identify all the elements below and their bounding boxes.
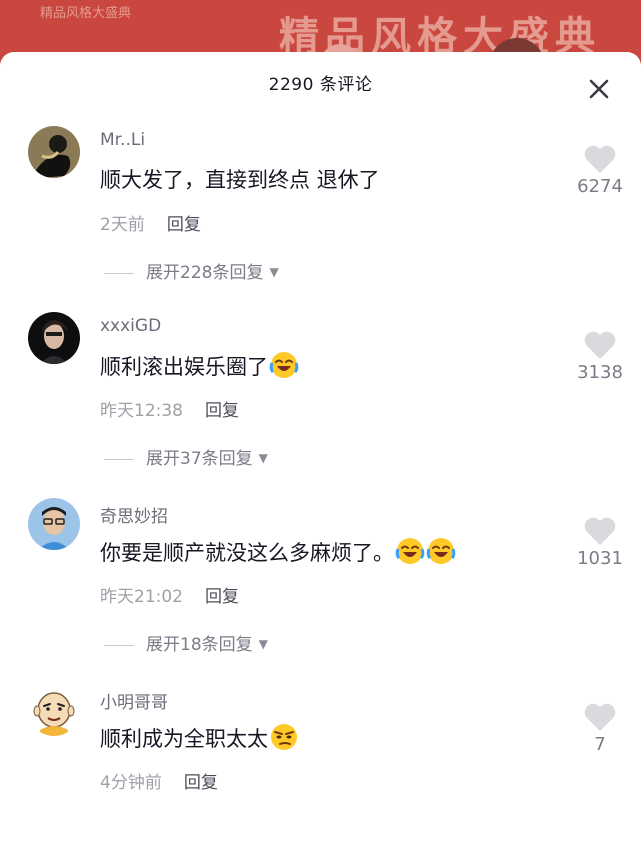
comment-meta: 2天前 回复 xyxy=(100,210,201,235)
comments-count-title: 2290 条评论 xyxy=(268,75,373,95)
like-count: 7 xyxy=(594,734,606,755)
laughing-crying-emoji xyxy=(395,536,425,566)
close-icon xyxy=(589,79,609,99)
comment-text: 你要是顺产就没这么多麻烦了。 xyxy=(100,536,456,567)
comment-meta: 昨天12:38 回复 xyxy=(100,396,239,421)
comment-text: 顺利成为全职太太 xyxy=(100,722,299,753)
user-avatar[interactable] xyxy=(28,498,80,550)
reply-button[interactable]: 回复 xyxy=(205,401,239,421)
like-count: 3138 xyxy=(577,362,623,383)
cartoon-boy-avatar xyxy=(28,684,80,736)
laughing-crying-emoji xyxy=(269,350,299,380)
smirking-emoji xyxy=(269,722,299,752)
divider xyxy=(104,272,134,274)
dark-figure-avatar xyxy=(28,126,80,178)
like-count: 6274 xyxy=(577,176,623,197)
comment-meta: 4分钟前 回复 xyxy=(100,768,218,793)
reply-button[interactable]: 回复 xyxy=(184,773,218,793)
expand-replies-button[interactable]: 展开228条回复 ▼ xyxy=(104,258,279,283)
comment-time: 昨天21:02 xyxy=(100,587,183,607)
comment-time: 2天前 xyxy=(100,215,145,235)
expand-replies-button[interactable]: 展开37条回复 ▼ xyxy=(104,444,268,469)
comment-item: 奇思妙招 你要是顺产就没这么多麻烦了。 昨天21:02 回复 展开18条回复 ▼ 1… xyxy=(0,498,641,678)
caret-down-icon: ▼ xyxy=(258,451,268,465)
heart-icon[interactable] xyxy=(583,702,617,732)
woman-portrait-avatar xyxy=(28,312,80,364)
user-avatar[interactable] xyxy=(28,684,80,736)
like-area: 6274 xyxy=(560,144,640,197)
background-caption: 精品风格大盛典 xyxy=(40,6,132,21)
comment-time: 4分钟前 xyxy=(100,773,162,793)
reply-button[interactable]: 回复 xyxy=(205,587,239,607)
comment-text-body: 顺利滚出娱乐圈了 xyxy=(100,355,268,379)
expand-replies-label: 展开18条回复 xyxy=(146,635,253,655)
comment-time: 昨天12:38 xyxy=(100,401,183,421)
reply-button[interactable]: 回复 xyxy=(167,215,201,235)
comment-meta: 昨天21:02 回复 xyxy=(100,582,239,607)
comment-text-body: 你要是顺产就没这么多麻烦了。 xyxy=(100,541,394,565)
expand-replies-button[interactable]: 展开18条回复 ▼ xyxy=(104,630,268,655)
comment-text: 顺利滚出娱乐圈了 xyxy=(100,350,299,381)
user-avatar[interactable] xyxy=(28,126,80,178)
user-avatar[interactable] xyxy=(28,312,80,364)
comment-username[interactable]: 奇思妙招 xyxy=(100,502,168,527)
comment-text-body: 顺利成为全职太太 xyxy=(100,727,268,751)
like-area: 7 xyxy=(560,702,640,755)
comments-sheet: 2290 条评论 Mr..Li 顺大发了，直接到终点 退休了 2天前 回复 展开2… xyxy=(0,52,641,817)
comment-item: 小明哥哥 顺利成为全职太太 4分钟前 回复 7 xyxy=(0,684,641,864)
heart-icon[interactable] xyxy=(583,144,617,174)
heart-icon[interactable] xyxy=(583,516,617,546)
divider xyxy=(104,644,134,646)
like-area: 1031 xyxy=(560,516,640,569)
comment-text-body: 顺大发了，直接到终点 退休了 xyxy=(100,168,380,192)
close-button[interactable] xyxy=(584,74,614,104)
caret-down-icon: ▼ xyxy=(269,265,279,279)
comment-username[interactable]: 小明哥哥 xyxy=(100,688,168,713)
caret-down-icon: ▼ xyxy=(258,637,268,651)
laughing-crying-emoji xyxy=(426,536,456,566)
comment-item: Mr..Li 顺大发了，直接到终点 退休了 2天前 回复 展开228条回复 ▼ 62… xyxy=(0,126,641,306)
expand-replies-label: 展开228条回复 xyxy=(146,263,264,283)
expand-replies-label: 展开37条回复 xyxy=(146,449,253,469)
heart-icon[interactable] xyxy=(583,330,617,360)
comment-text: 顺大发了，直接到终点 退休了 xyxy=(100,164,380,194)
like-area: 3138 xyxy=(560,330,640,383)
like-count: 1031 xyxy=(577,548,623,569)
man-glasses-avatar xyxy=(28,498,80,550)
comment-username[interactable]: xxxiGD xyxy=(100,316,161,336)
divider xyxy=(104,458,134,460)
comment-item: xxxiGD 顺利滚出娱乐圈了 昨天12:38 回复 展开37条回复 ▼ 3138 xyxy=(0,312,641,492)
comment-username[interactable]: Mr..Li xyxy=(100,130,145,150)
